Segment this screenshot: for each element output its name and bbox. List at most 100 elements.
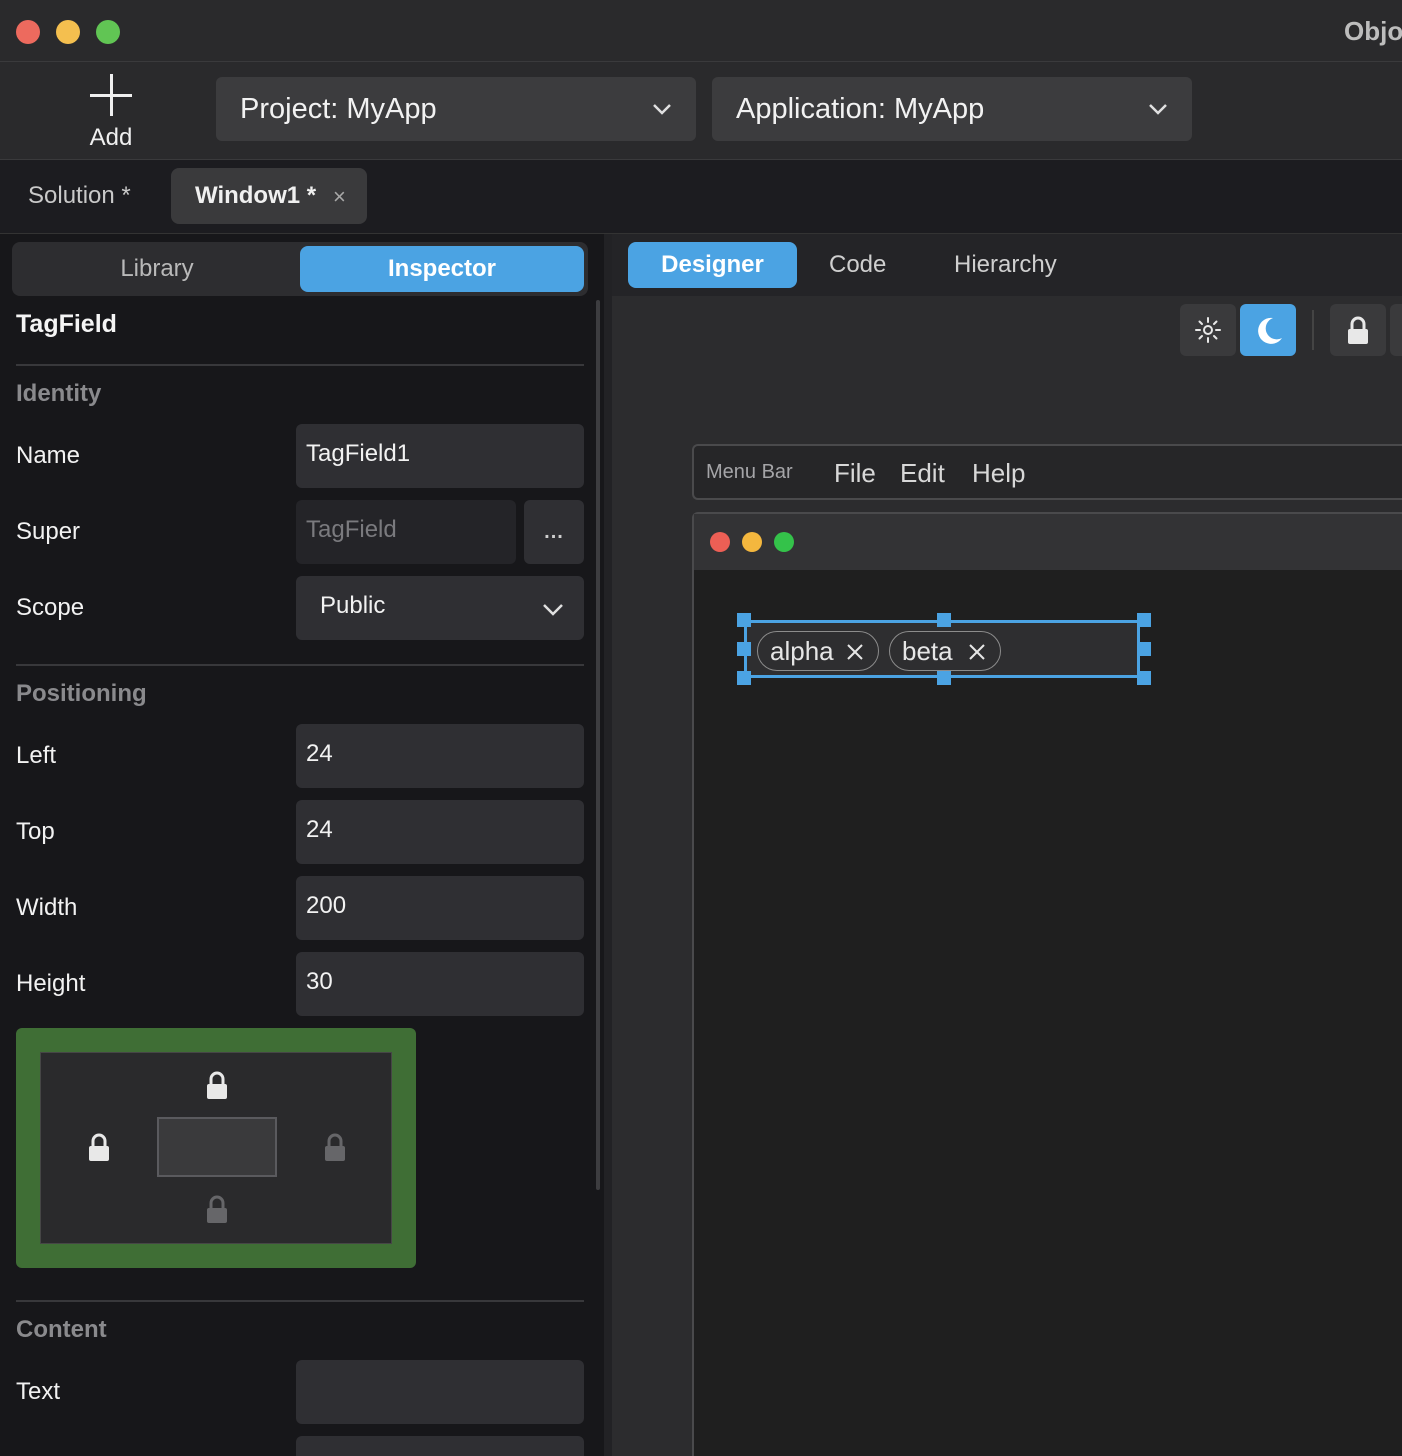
locking-editor — [16, 1028, 416, 1268]
design-window[interactable]: alpha beta — [692, 512, 1402, 1456]
section-identity: Identity — [16, 380, 102, 407]
text-field[interactable] — [296, 1360, 584, 1424]
section-positioning: Positioning — [16, 680, 147, 707]
menu-bar-preview[interactable]: Menu Bar File Edit Help — [692, 444, 1402, 500]
tag-label: beta — [902, 636, 953, 666]
resize-handle-left[interactable] — [737, 642, 751, 656]
super-value: TagField — [306, 516, 397, 543]
toolbar-separator — [1312, 310, 1314, 350]
app-window: Objo Add Project: MyApp Application: MyA… — [0, 0, 1402, 1456]
resize-handle-top-left[interactable] — [737, 613, 751, 627]
resize-handle-right[interactable] — [1137, 642, 1151, 656]
scope-label: Scope — [16, 594, 85, 621]
divider — [16, 1300, 584, 1302]
editor-area: Designer Code Hierarchy Menu Bar File Ed… — [612, 234, 1402, 1456]
minimize-window-button[interactable] — [56, 20, 80, 44]
width-field[interactable]: 200 — [296, 876, 584, 940]
design-minimize-dot — [742, 532, 762, 552]
width-value: 200 — [306, 892, 347, 919]
lock-icon — [1348, 316, 1368, 344]
tab-hierarchy[interactable]: Hierarchy — [954, 242, 1057, 288]
width-label: Width — [16, 894, 78, 921]
add-button[interactable]: Add — [70, 68, 152, 152]
super-field: TagField — [296, 500, 516, 564]
project-dropdown-label: Project: MyApp — [240, 93, 437, 125]
close-window-button[interactable] — [16, 20, 40, 44]
lock-controls-button[interactable] — [1330, 304, 1386, 356]
lock-right-icon[interactable] — [323, 1133, 347, 1163]
tab-solution[interactable]: Solution * — [28, 182, 131, 238]
tab-window1[interactable]: Window1 * × — [171, 168, 367, 224]
application-dropdown[interactable]: Application: MyApp — [712, 77, 1192, 141]
design-close-dot — [710, 532, 730, 552]
tag-chip[interactable]: beta — [889, 631, 1001, 671]
title-bar: Objo — [0, 0, 1402, 62]
top-label: Top — [16, 818, 55, 845]
chevron-down-icon — [1149, 104, 1167, 115]
menu-bar-label: Menu Bar — [706, 461, 793, 483]
chevron-down-icon — [653, 104, 671, 115]
project-dropdown[interactable]: Project: MyApp — [216, 77, 696, 141]
resize-handle-bottom-right[interactable] — [1137, 671, 1151, 685]
add-button-label: Add — [89, 124, 133, 151]
super-label: Super — [16, 518, 81, 545]
inspector-panel: Library Inspector TagField Identity Name… — [0, 234, 612, 1456]
toolbar-button-partial[interactable] — [1390, 304, 1402, 356]
menu-item-file[interactable]: File — [834, 458, 876, 489]
close-tab-icon[interactable]: × — [333, 184, 346, 210]
tab-inspector[interactable]: Inspector — [300, 246, 584, 292]
editor-tabs: Designer Code Hierarchy — [612, 234, 1402, 296]
tab-designer[interactable]: Designer — [628, 242, 797, 288]
tab-code[interactable]: Code — [829, 242, 886, 288]
lock-bottom-icon[interactable] — [205, 1195, 229, 1225]
menu-item-edit[interactable]: Edit — [900, 458, 945, 489]
tag-chip[interactable]: alpha — [757, 631, 879, 671]
window-title: Objo — [1344, 16, 1402, 46]
scope-select[interactable]: Public — [296, 576, 584, 640]
left-label: Left — [16, 742, 57, 769]
resize-handle-top-right[interactable] — [1137, 613, 1151, 627]
moon-icon — [1258, 317, 1282, 344]
name-label: Name — [16, 442, 81, 469]
document-tabs: Solution * Window1 * × — [0, 160, 1402, 234]
divider — [16, 364, 584, 366]
design-window-titlebar — [694, 514, 1402, 570]
resize-handle-bottom[interactable] — [937, 671, 951, 685]
height-label: Height — [16, 970, 86, 997]
sun-icon — [1195, 317, 1221, 343]
library-inspector-switch: Library Inspector — [12, 242, 588, 296]
divider — [16, 664, 584, 666]
chevron-down-icon — [543, 604, 563, 616]
inspector-scrollbar[interactable] — [596, 300, 600, 1190]
top-field[interactable]: 24 — [296, 800, 584, 864]
text-label: Text — [16, 1378, 61, 1405]
panel-splitter[interactable] — [604, 234, 612, 1456]
tab-library[interactable]: Library — [12, 242, 302, 296]
application-dropdown-label: Application: MyApp — [736, 93, 985, 125]
dark-mode-button[interactable] — [1240, 304, 1296, 356]
remove-tag-icon[interactable] — [846, 643, 864, 661]
lock-top-icon[interactable] — [205, 1071, 229, 1101]
scope-value: Public — [320, 592, 386, 619]
top-value: 24 — [306, 816, 333, 843]
zoom-window-button[interactable] — [96, 20, 120, 44]
tagfield-control[interactable]: alpha beta — [737, 613, 1151, 685]
main-toolbar: Add Project: MyApp Application: MyApp — [0, 62, 1402, 160]
height-field[interactable]: 30 — [296, 952, 584, 1016]
tab-window1-label: Window1 * — [195, 182, 317, 209]
super-browse-button[interactable]: ... — [524, 500, 584, 564]
name-field[interactable]: TagField1 — [296, 424, 584, 488]
lock-left-icon[interactable] — [87, 1133, 111, 1163]
menu-item-help[interactable]: Help — [972, 458, 1025, 489]
section-content: Content — [16, 1316, 107, 1343]
remove-tag-icon[interactable] — [968, 643, 986, 661]
light-mode-button[interactable] — [1180, 304, 1236, 356]
resize-handle-top[interactable] — [937, 613, 951, 627]
control-preview-box — [157, 1117, 277, 1177]
inspector-class-title: TagField — [16, 310, 117, 338]
left-field[interactable]: 24 — [296, 724, 584, 788]
name-value: TagField1 — [306, 440, 411, 467]
resize-handle-bottom-left[interactable] — [737, 671, 751, 685]
next-property-field[interactable] — [296, 1436, 584, 1456]
design-zoom-dot — [774, 532, 794, 552]
